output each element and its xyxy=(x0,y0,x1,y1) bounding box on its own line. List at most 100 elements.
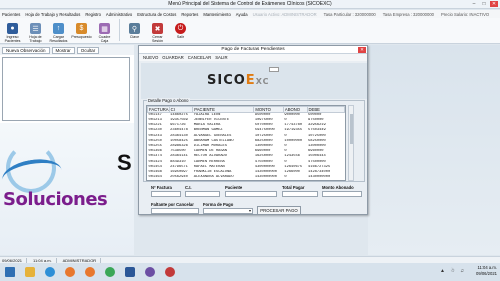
logout-icon: ✖ xyxy=(152,23,163,34)
faltante-input[interactable] xyxy=(151,208,199,214)
menu-mantenimiento[interactable]: Mantenimiento xyxy=(203,12,230,17)
status-bar: 09/06/2021 11:04 a.m. ADMINISTRADOR xyxy=(0,256,500,263)
clock-date: 09/06/2021 xyxy=(476,271,497,276)
menu-hoja-trabajo[interactable]: Hoja de Trabajo y Resultados xyxy=(25,12,80,17)
faltante-label: Faltante por Cancelar xyxy=(151,202,194,207)
worksheet-icon: ☰ xyxy=(30,23,41,34)
dialog-title: Pago de Facturas Pendientes xyxy=(221,47,285,52)
logo-box xyxy=(269,67,279,72)
upload-icon: ↑ xyxy=(53,23,64,34)
cash-register-icon: ▦ xyxy=(99,23,110,34)
power-icon: ⏻ xyxy=(175,23,186,34)
word-icon[interactable] xyxy=(120,263,140,281)
ingreso-pacientes-button[interactable]: ● Ingreso Pacientes xyxy=(3,23,22,43)
clave-button[interactable]: ⚲ Clave xyxy=(125,23,144,43)
pago-facturas-dialog: Pago de Facturas Pendientes ✕ NUEVO GUAR… xyxy=(138,45,368,215)
soluciones-logo: Soluciones xyxy=(3,189,108,210)
salir-button[interactable]: ⏻ Salir xyxy=(171,23,190,43)
budget-icon: $ xyxy=(76,23,87,34)
tasa-empresa: Tasa Empresa : 320000000 xyxy=(382,11,434,17)
minimize-button[interactable]: – xyxy=(470,1,478,7)
logo-banner: SICOEXC xyxy=(141,63,367,99)
table-cell: 1286000 xyxy=(283,180,307,181)
background-image xyxy=(368,45,500,255)
taskbar: ▲ ☃ ♫ 11:04 a.m. 09/06/2021 xyxy=(0,263,500,281)
table-cell: LUPE LUGO xyxy=(193,180,254,181)
col-factura[interactable]: FACTURA xyxy=(147,106,170,113)
sicoexc-logo: SICOEXC xyxy=(207,73,270,88)
table-row[interactable]: 00146511352227LUPE LUGO16900000001286000… xyxy=(148,180,345,181)
observations-textarea[interactable] xyxy=(2,57,130,121)
dialog-close-button[interactable]: ✕ xyxy=(358,47,366,53)
detalle-pago-group: Detalle Pago o Abono FACTURA CI PACIENTE… xyxy=(143,98,365,182)
key-icon: ⚲ xyxy=(129,23,140,34)
table-cell: 1688714000 xyxy=(307,180,344,181)
menu-administrativo[interactable]: Administrativo xyxy=(106,12,132,17)
tasa-particular: Tasa Particular : 320000000 xyxy=(323,11,376,17)
status-date: 09/06/2021 xyxy=(2,257,28,263)
ci-input[interactable] xyxy=(185,191,220,197)
ocultar-button[interactable]: Ocultar xyxy=(76,46,100,54)
table-cell: 1690000000 xyxy=(254,180,284,181)
windows-start-icon[interactable] xyxy=(0,263,20,281)
scrollbar-thumb[interactable] xyxy=(350,114,353,144)
monto-abonado-label: Monto Abonado xyxy=(322,185,354,190)
person-icon: ● xyxy=(7,23,18,34)
precio-salario: Precio Salario: INACTIVO xyxy=(440,11,490,17)
forma-pago-select[interactable]: ▾ xyxy=(203,208,253,214)
hoja-trabajo-button[interactable]: ☰ Hoja de Trabajo xyxy=(26,23,45,43)
background-logo-letter: S xyxy=(117,150,132,175)
menu-bar: Pacientes Hoja de Trabajo y Resultados R… xyxy=(0,10,500,18)
menu-registro[interactable]: Registro xyxy=(85,12,101,17)
dialog-menu: NUEVO GUARDAR CANCELAR SALIR xyxy=(139,54,367,61)
procesar-pago-button[interactable]: PROCESAR PAGO xyxy=(257,206,301,215)
observations-panel: Nueva Observación Mostrar Ocultar xyxy=(0,45,134,255)
presupuesto-button[interactable]: $ Presupuesto xyxy=(71,23,92,43)
observations-tabs: Nueva Observación Mostrar Ocultar xyxy=(0,45,134,55)
main-toolbar: ● Ingreso Pacientes ☰ Hoja de Trabajo ↑ … xyxy=(0,18,500,44)
close-button[interactable]: ✕ xyxy=(490,1,498,7)
window-titlebar: Menú Principal del Sistema de Control de… xyxy=(0,0,500,9)
toolbar-separator xyxy=(119,19,120,41)
menu-pacientes[interactable]: Pacientes xyxy=(2,12,20,17)
sicoexc-icon[interactable] xyxy=(160,263,180,281)
total-pagar-input[interactable] xyxy=(282,191,318,197)
chevron-down-icon: ▾ xyxy=(248,208,251,213)
forma-pago-label: Forma de Pago xyxy=(203,202,234,207)
factura-input[interactable] xyxy=(151,191,181,197)
ci-label: C.I. xyxy=(185,185,192,190)
total-pagar-label: Total Pagar xyxy=(282,185,305,190)
cerrar-sesion-button[interactable]: ✖ Cerrar Sesión xyxy=(148,23,167,43)
paciente-label: Paciente xyxy=(225,185,243,190)
firefox-icon[interactable] xyxy=(80,263,100,281)
paciente-input[interactable] xyxy=(225,191,277,197)
maximize-button[interactable]: □ xyxy=(480,1,488,7)
menu-ayuda[interactable]: Ayuda xyxy=(236,12,248,17)
guardar-menu-item[interactable]: GUARDAR xyxy=(162,55,184,60)
firefox-icon[interactable] xyxy=(60,263,80,281)
table-cell: 001465 xyxy=(148,180,170,181)
monto-abonado-input[interactable] xyxy=(322,191,362,197)
tray-icons: ▲ ☃ ♫ xyxy=(440,268,466,274)
salir-menu-item[interactable]: SALIR xyxy=(215,55,227,60)
detalle-pago-legend: Detalle Pago o Abono xyxy=(147,98,190,103)
facturas-table[interactable]: FACTURA CI PACIENTE MONTO ABONO DEBE 001… xyxy=(146,105,346,181)
status-user: ADMINISTRADOR xyxy=(63,257,102,263)
chrome-icon[interactable] xyxy=(100,263,120,281)
table-cell: 11352227 xyxy=(169,180,193,181)
nueva-observacion-button[interactable]: Nueva Observación xyxy=(2,46,50,54)
system-clock[interactable]: 11:04 a.m. 09/06/2021 xyxy=(476,265,497,277)
mostrar-button[interactable]: Mostrar xyxy=(51,46,75,54)
file-explorer-icon[interactable] xyxy=(20,263,40,281)
active-user-label: Usuario Activo: ADMINISTRADOR xyxy=(252,11,317,17)
table-scrollbar[interactable] xyxy=(348,105,354,181)
window-title: Menú Principal del Sistema de Control de… xyxy=(168,1,332,7)
cargar-resultados-button[interactable]: ↑ Cargar Resultados xyxy=(49,23,68,43)
app-icon[interactable] xyxy=(140,263,160,281)
edge-icon[interactable] xyxy=(40,263,60,281)
menu-estructura-costos[interactable]: Estructura de Costos xyxy=(137,12,176,17)
cancelar-menu-item[interactable]: CANCELAR xyxy=(188,55,211,60)
nuevo-menu-item[interactable]: NUEVO xyxy=(143,55,158,60)
menu-reportes[interactable]: Reportes xyxy=(181,12,198,17)
cuadre-caja-button[interactable]: ▦ Cuadre Caja xyxy=(95,23,114,43)
